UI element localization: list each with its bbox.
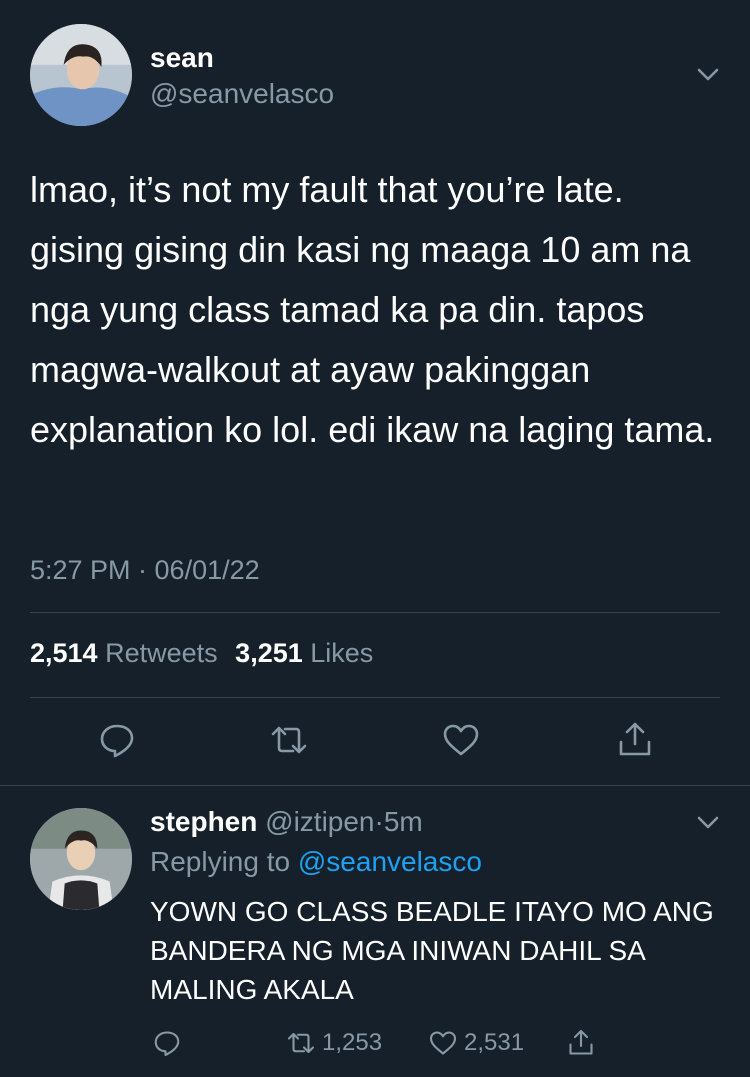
reply-icon [100, 724, 134, 758]
chevron-down-icon[interactable] [694, 808, 722, 836]
profile-photo-stephen [30, 808, 132, 910]
reply-icon [154, 1031, 180, 1057]
retweets-label: Retweets [105, 638, 218, 668]
tweet-timestamp[interactable]: 5:27 PM · 06/01/22 [30, 555, 260, 586]
share-icon [619, 722, 651, 756]
avatar[interactable] [30, 24, 132, 126]
reply-retweet-button[interactable]: 1,253 [286, 1025, 382, 1061]
share-button[interactable] [613, 718, 657, 762]
separator-dot: · [374, 806, 384, 837]
reply-button[interactable] [95, 718, 139, 762]
like-icon [443, 724, 479, 756]
retweets-count: 2,514 [30, 638, 98, 668]
retweets-stat[interactable]: 2,514 Retweets [30, 638, 218, 668]
mention-link[interactable]: @seanvelasco [298, 846, 482, 877]
retweet-icon [287, 1032, 315, 1054]
profile-photo-sean [30, 24, 132, 126]
reply-handle[interactable]: @iztipen [265, 806, 374, 837]
reply-like-button[interactable]: 2,531 [428, 1025, 524, 1061]
likes-count: 3,251 [235, 638, 303, 668]
divider [30, 697, 720, 698]
divider [30, 612, 720, 613]
engagement-stats: 2,514 Retweets 3,251 Likes [30, 638, 373, 669]
reply-share-button[interactable] [566, 1025, 602, 1061]
reply-display-name[interactable]: stephen [150, 806, 257, 837]
share-icon [569, 1029, 593, 1055]
reply-likes-count: 2,531 [464, 1029, 525, 1056]
reply-retweets-count: 1,253 [322, 1029, 383, 1056]
user-handle[interactable]: @seanvelasco [150, 78, 334, 110]
avatar[interactable] [30, 808, 132, 910]
reply-reply-button[interactable] [152, 1025, 188, 1061]
replying-label: Replying to [150, 846, 291, 877]
display-name[interactable]: sean [150, 42, 214, 74]
retweet-icon [271, 726, 307, 754]
reply-text: YOWN GO CLASS BEADLE ITAYO MO ANG BANDER… [150, 896, 714, 1005]
main-tweet: sean @seanvelasco lmao, it’s not my faul… [0, 0, 750, 786]
retweet-button[interactable] [267, 718, 311, 762]
reply-header: stephen @iztipen·5m [150, 806, 423, 838]
likes-stat[interactable]: 3,251 Likes [235, 638, 373, 668]
like-icon [429, 1031, 457, 1055]
reply-time[interactable]: 5m [384, 806, 423, 837]
like-button[interactable] [439, 718, 483, 762]
likes-label: Likes [310, 638, 374, 668]
tweet-text: lmao, it’s not my fault that you’re late… [30, 169, 715, 450]
chevron-down-icon[interactable] [694, 60, 722, 88]
tweet-detail-screen: sean @seanvelasco lmao, it’s not my faul… [0, 0, 750, 1077]
replying-to: Replying to @seanvelasco [150, 846, 482, 878]
